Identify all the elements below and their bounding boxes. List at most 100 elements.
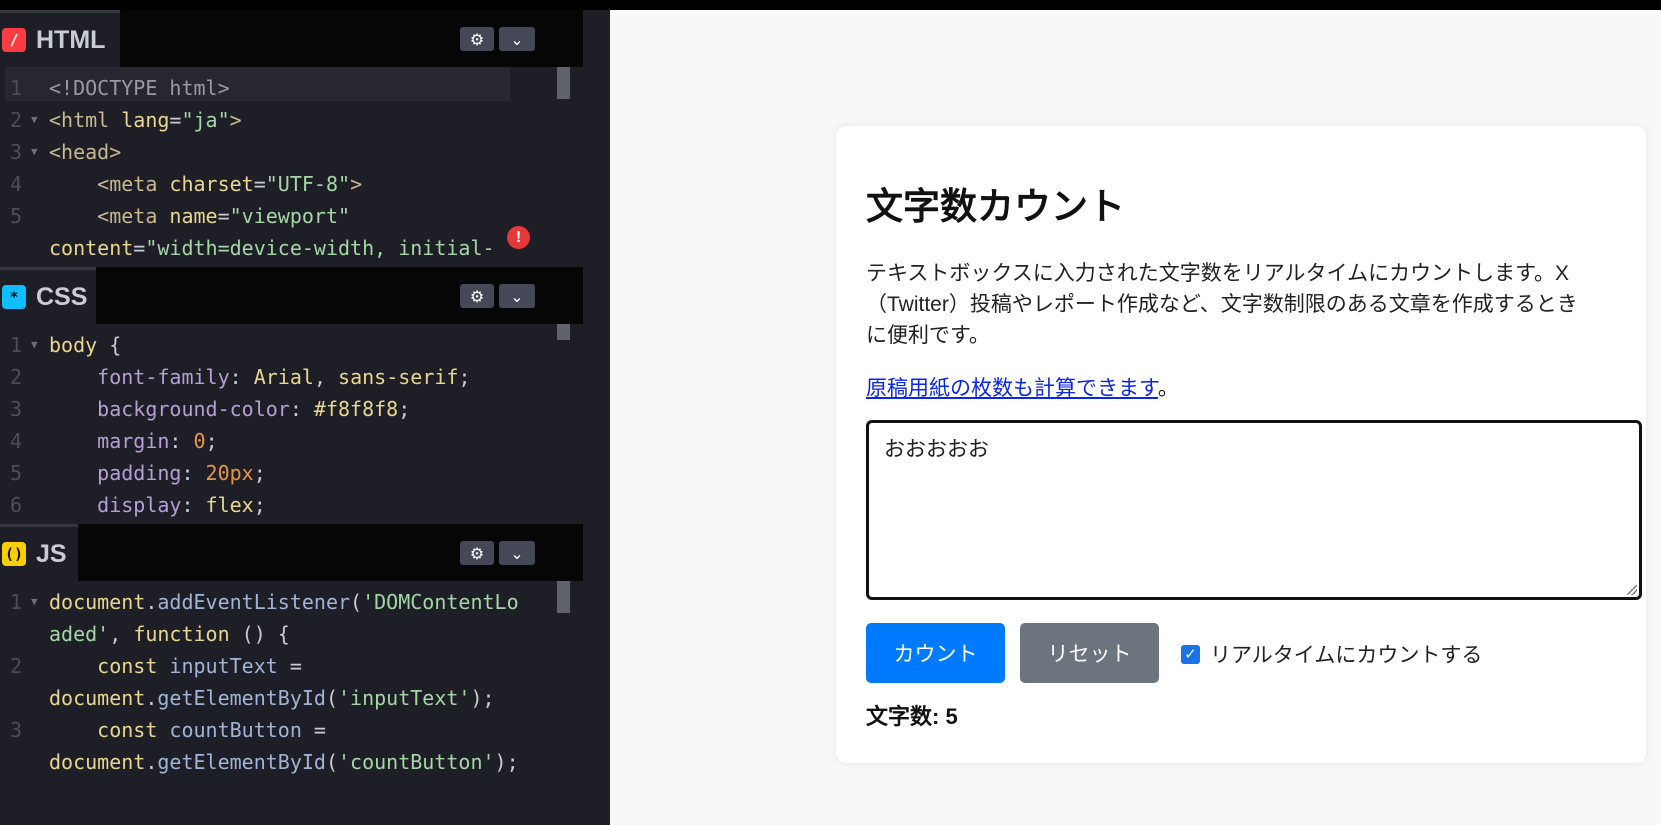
js-collapse-button[interactable]: ⌄ <box>499 541 535 565</box>
code-token: "viewport" <box>229 204 351 228</box>
code-line[interactable]: 2 const inputText = <box>0 649 540 683</box>
code-line[interactable]: document.getElementById('countButton'); <box>0 745 540 779</box>
code-line[interactable]: 1 <!DOCTYPE html> <box>0 71 540 105</box>
code-token: = <box>253 172 266 196</box>
code-token: font-family <box>49 365 230 389</box>
css-collapse-button[interactable]: ⌄ <box>499 284 535 308</box>
code-token: : <box>181 461 206 485</box>
line-number: 1 <box>10 333 23 357</box>
code-line[interactable]: 3 const countButton = <box>0 713 540 747</box>
chevron-down-icon: ⌄ <box>510 286 524 306</box>
code-line[interactable]: 2 ▼ <html lang="ja"> <box>0 103 540 137</box>
counter-card: 文字数カウント テキストボックスに入力された文字数をリアルタイムにカウントします… <box>836 126 1646 763</box>
resize-handle[interactable] <box>1627 585 1637 595</box>
fold-arrow-icon[interactable]: ▼ <box>31 103 38 137</box>
count-result: 文字数: 5 <box>866 704 958 729</box>
fold-arrow-icon[interactable]: ▼ <box>31 585 38 619</box>
code-text: document.addEventListener('DOMContentLo <box>49 585 519 619</box>
code-token: <html <box>49 108 122 132</box>
code-line[interactable]: 6 display: flex; <box>0 488 540 522</box>
code-token: : <box>181 493 206 517</box>
code-token: ); <box>470 686 495 710</box>
fold-arrow-icon[interactable]: ▼ <box>31 328 38 362</box>
code-text: background-color: #f8f8f8; <box>49 392 410 426</box>
manuscript-link[interactable]: 原稿用紙の枚数も計算できます <box>866 377 1158 400</box>
code-line[interactable]: 2 font-family: Arial, sans-serif; <box>0 360 540 394</box>
code-line[interactable]: 4 margin: 0; <box>0 424 540 458</box>
code-token: : <box>289 397 314 421</box>
pane-divider[interactable] <box>583 10 610 825</box>
code-token: name <box>169 204 218 228</box>
code-token: charset <box>169 172 254 196</box>
code-line[interactable]: document.getElementById('inputText'); <box>0 681 540 715</box>
js-editor: () JS ⚙ ⌄ 1 ▼ document.addEventListener('D… <box>0 524 583 825</box>
html-code-area[interactable]: ! 1 <!DOCTYPE html> 2 ▼ <html lang="ja"> 3 ▼ <h… <box>0 67 583 267</box>
js-editor-header: () JS ⚙ ⌄ <box>0 524 583 581</box>
line-number: 2 <box>10 654 23 678</box>
code-text: const inputText = <box>49 649 302 683</box>
code-token: margin <box>49 429 170 453</box>
gear-icon: ⚙ <box>469 286 485 306</box>
js-code-area[interactable]: 1 ▼ document.addEventListener('DOMContentL… <box>0 581 583 825</box>
js-settings-button[interactable]: ⚙ <box>460 541 494 565</box>
html-collapse-button[interactable]: ⌄ <box>499 27 535 51</box>
code-token: , <box>109 622 134 646</box>
count-button[interactable]: カウント <box>866 623 1005 683</box>
code-text: <!DOCTYPE html> <box>49 71 230 105</box>
code-text: font-family: Arial, sans-serif; <box>49 360 470 394</box>
code-line[interactable]: 1 ▼ body { <box>0 328 540 362</box>
reset-button[interactable]: リセット <box>1020 623 1159 683</box>
css-tab[interactable]: * CSS <box>0 267 96 324</box>
line-number: 3 <box>10 397 23 421</box>
realtime-checkbox[interactable]: ✓ <box>1181 644 1200 664</box>
code-token: . <box>145 686 158 710</box>
text-input-value: おおおおお <box>884 438 989 461</box>
code-token: const <box>49 654 170 678</box>
code-token: ); <box>494 750 519 774</box>
css-scrollbar[interactable] <box>557 324 570 340</box>
code-token: "width=device-width, initial- <box>145 236 495 260</box>
css-settings-button[interactable]: ⚙ <box>460 284 494 308</box>
line-number: 4 <box>10 172 23 196</box>
html-tab-label: HTML <box>36 25 106 54</box>
code-token: "ja" <box>181 108 230 132</box>
html-scrollbar[interactable] <box>557 67 570 99</box>
code-line[interactable]: 3 ▼ <head> <box>0 135 540 169</box>
js-tab[interactable]: () JS <box>0 524 78 581</box>
line-number: 4 <box>10 429 23 453</box>
code-token: lang <box>121 108 170 132</box>
html-editor: / HTML ⚙ ⌄ ! 1 <!DOCTYPE html> 2 ▼ <html lan… <box>0 10 583 267</box>
line-number: 3 <box>10 140 23 164</box>
code-text: aded', function () { <box>49 617 290 651</box>
line-number: 2 <box>10 108 23 132</box>
code-token: #f8f8f8 <box>313 397 399 421</box>
code-token: > <box>229 108 242 132</box>
line-number: 5 <box>10 204 23 228</box>
code-line[interactable]: 5 padding: 20px; <box>0 456 540 490</box>
code-token: > <box>350 172 363 196</box>
html-tab[interactable]: / HTML <box>0 10 120 67</box>
code-token: body <box>49 333 110 357</box>
code-token: addEventListener <box>157 590 351 614</box>
code-token: <!DOCTYPE html> <box>49 76 230 100</box>
code-line[interactable]: 1 ▼ document.addEventListener('DOMContentL… <box>0 585 540 619</box>
code-line[interactable]: content="width=device-width, initial- <box>0 231 540 265</box>
code-line[interactable]: 4 <meta charset="UTF-8"> <box>0 167 540 201</box>
realtime-toggle[interactable]: ✓ リアルタイムにカウントする <box>1181 639 1482 669</box>
js-scrollbar[interactable] <box>557 581 570 613</box>
css-code-area[interactable]: 1 ▼ body {2 font-family: Arial, sans-serif… <box>0 324 583 524</box>
code-token: : <box>169 429 194 453</box>
fold-arrow-icon[interactable]: ▼ <box>31 135 38 169</box>
text-input[interactable]: おおおおお <box>866 420 1642 600</box>
code-line[interactable]: 5 <meta name="viewport" <box>0 199 540 233</box>
code-token: getElementById <box>157 750 326 774</box>
line-number: 6 <box>10 493 23 517</box>
code-token: <meta <box>49 172 170 196</box>
code-line[interactable]: aded', function () { <box>0 617 540 651</box>
code-line[interactable]: 3 background-color: #f8f8f8; <box>0 392 540 426</box>
code-token: 'inputText' <box>338 686 471 710</box>
html-settings-button[interactable]: ⚙ <box>460 27 494 51</box>
code-token: ; <box>253 461 266 485</box>
code-token: display <box>49 493 182 517</box>
code-text: <head> <box>49 135 121 169</box>
